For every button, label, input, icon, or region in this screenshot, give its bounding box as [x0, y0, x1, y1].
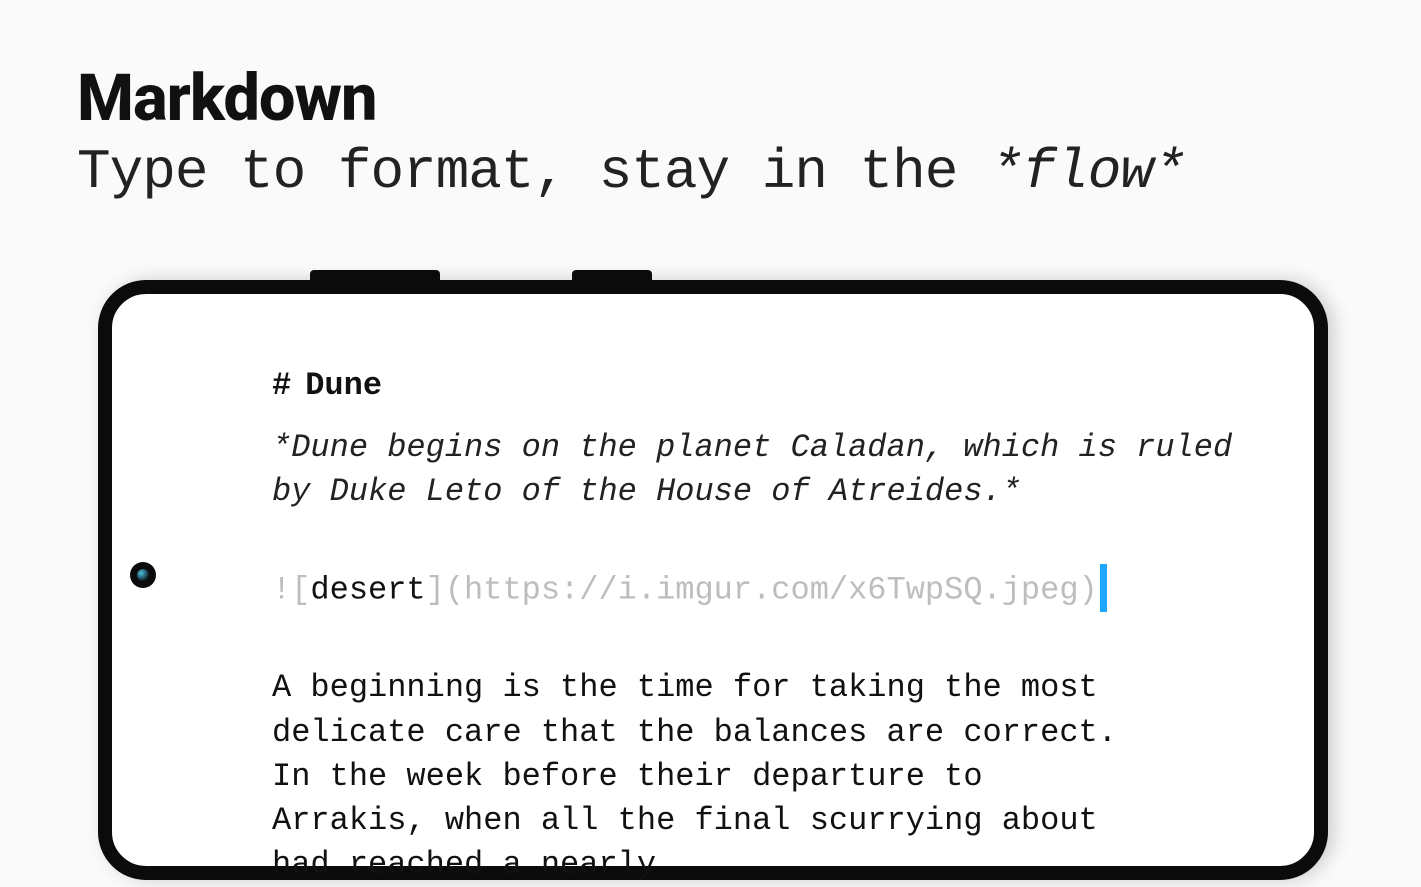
markdown-close-paren: ) — [1079, 572, 1098, 609]
editor-intro-paragraph[interactable]: *Dune begins on the planet Caladan, whic… — [272, 426, 1284, 514]
promo-title: Markdown — [77, 60, 1186, 136]
device-volume-button-icon — [310, 270, 440, 280]
markdown-close-bracket: ] — [426, 572, 445, 609]
text-cursor-icon — [1100, 564, 1107, 612]
camera-punch-hole-icon — [130, 562, 156, 588]
promo-heading: Markdown Type to format, stay in the *fl… — [77, 60, 1186, 204]
promo-subtitle-flow: *flow* — [990, 140, 1186, 204]
markdown-open-bracket: [ — [291, 572, 310, 609]
markdown-editor[interactable]: # Dune *Dune begins on the planet Caladan… — [272, 364, 1284, 887]
markdown-bang: ! — [272, 572, 291, 609]
device-frame: # Dune *Dune begins on the planet Caladan… — [98, 280, 1328, 880]
promo-subtitle-text: Type to format, stay in the — [77, 140, 990, 204]
device-power-button-icon — [572, 270, 652, 280]
promo-subtitle: Type to format, stay in the *flow* — [77, 140, 1186, 204]
markdown-image-url: https://i.imgur.com/x6TwpSQ.jpeg — [464, 572, 1079, 609]
editor-image-syntax-line[interactable]: ![desert](https://i.imgur.com/x6TwpSQ.jp… — [272, 566, 1284, 614]
editor-body-paragraph[interactable]: A beginning is the time for taking the m… — [272, 666, 1152, 887]
editor-heading-line[interactable]: # Dune — [272, 364, 1284, 408]
markdown-hash-symbol: # — [272, 367, 291, 404]
markdown-open-paren: ( — [445, 572, 464, 609]
editor-heading-text: Dune — [305, 367, 382, 404]
markdown-image-alt: desert — [310, 572, 425, 609]
